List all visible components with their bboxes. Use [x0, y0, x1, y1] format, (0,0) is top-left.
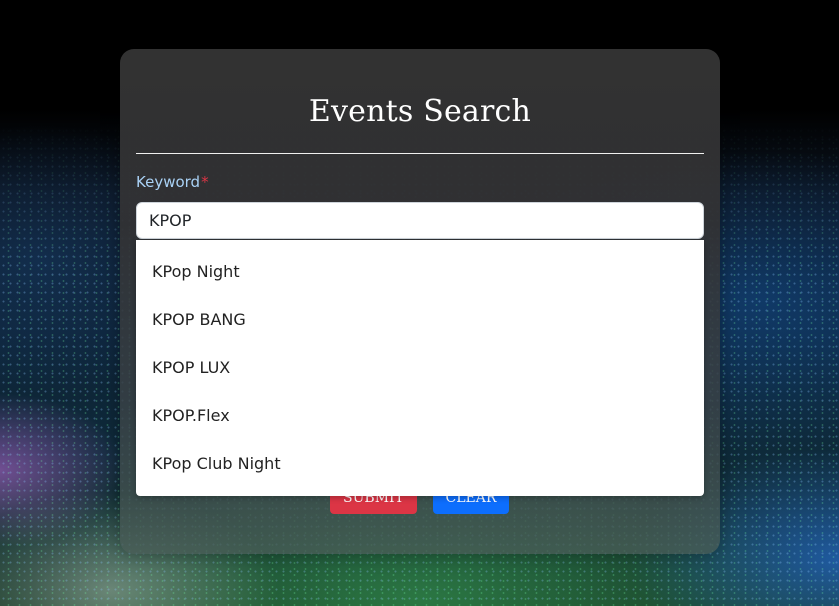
- autocomplete-option[interactable]: KPOP BANG: [136, 296, 704, 344]
- autocomplete-option[interactable]: KPOP.Flex: [136, 392, 704, 440]
- page: Events Search Keyword* SUBMIT CLEAR KPop…: [0, 0, 839, 606]
- keyword-label: Keyword: [136, 173, 201, 191]
- keyword-label-row: Keyword*: [136, 173, 209, 191]
- title-divider: [136, 153, 704, 154]
- autocomplete-option[interactable]: KPop Night: [136, 248, 704, 296]
- autocomplete-option[interactable]: KPop Club Night: [136, 440, 704, 488]
- autocomplete-option[interactable]: KPOP LUX: [136, 344, 704, 392]
- autocomplete-dropdown: KPop Night KPOP BANG KPOP LUX KPOP.Flex …: [136, 240, 704, 496]
- required-marker: *: [201, 173, 209, 191]
- keyword-input[interactable]: [136, 202, 704, 239]
- page-title: Events Search: [308, 94, 532, 129]
